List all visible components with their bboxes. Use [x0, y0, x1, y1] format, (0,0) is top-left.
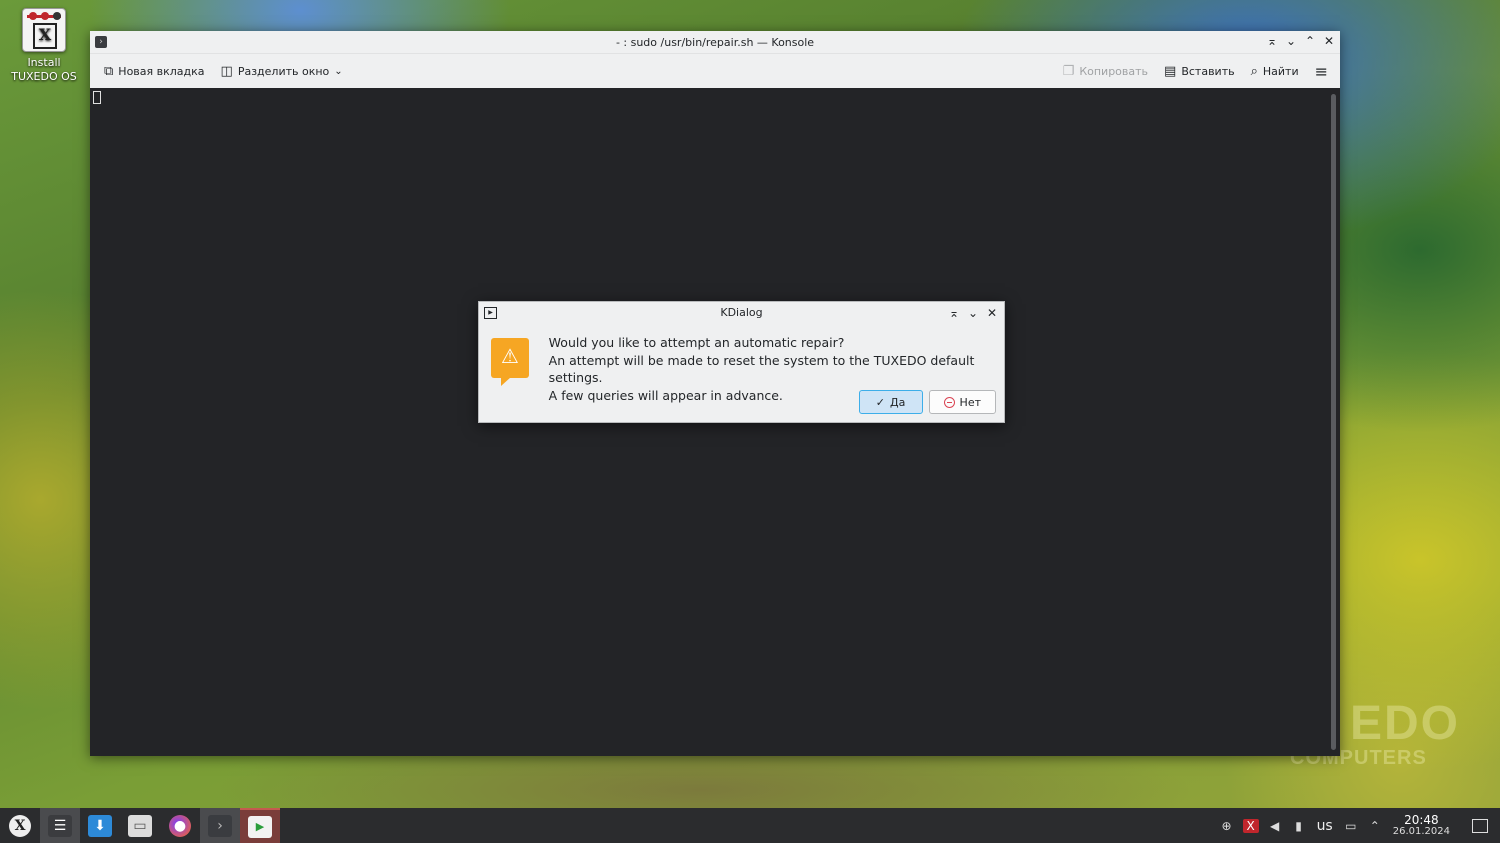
system-tray: ⊕ X ◀ ▮ us ▭ ⌃ 20:48 26.01.2024 — [1219, 808, 1500, 843]
taskbar-konsole[interactable]: › — [200, 808, 240, 843]
tuxedo-launcher-icon: X — [9, 814, 31, 837]
paste-icon: ▤ — [1164, 63, 1177, 79]
keep-above-icon[interactable]: ⌅ — [1265, 34, 1279, 48]
yes-label: Да — [889, 395, 906, 409]
media-icon: ▶ — [248, 815, 272, 838]
clock-date: 26.01.2024 — [1392, 825, 1450, 837]
keyboard-layout[interactable]: us — [1315, 818, 1335, 834]
minimize-icon[interactable]: ⌄ — [966, 306, 980, 320]
taskbar: X ☰ ⬇ ▭ ● › ▶ ⊕ X ◀ ▮ us ▭ ⌃ 20:48 26.01… — [0, 808, 1500, 843]
hamburger-menu-icon[interactable]: ≡ — [1309, 59, 1334, 83]
dialog-icon[interactable]: ▶ — [484, 307, 497, 319]
scrollbar[interactable] — [1331, 94, 1336, 750]
new-tab-label: Новая вкладка — [118, 64, 205, 78]
dialog-title: KDialog — [720, 306, 763, 319]
volume-icon[interactable]: ◀ — [1267, 819, 1283, 833]
desktop-icon-label: Install TUXEDO OS — [11, 56, 77, 83]
app-launcher[interactable]: X — [0, 808, 40, 843]
search-icon: ⌕ — [1250, 63, 1258, 79]
yes-button[interactable]: ✓ Да — [858, 390, 923, 414]
maximize-icon[interactable]: ⌃ — [1303, 34, 1317, 48]
clock-time: 20:48 — [1404, 812, 1439, 827]
files-icon: ▭ — [128, 814, 152, 837]
no-label: Нет — [959, 395, 981, 409]
copy-label: Копировать — [1079, 64, 1149, 78]
close-icon[interactable]: ✕ — [985, 306, 999, 320]
taskbar-store[interactable]: ⬇ — [80, 808, 120, 843]
find-label: Найти — [1262, 64, 1299, 78]
warning-icon: ⚠ — [491, 338, 529, 386]
terminal-cursor — [93, 91, 101, 104]
copy-icon: ❐ — [1062, 63, 1075, 79]
close-icon[interactable]: ✕ — [1322, 34, 1336, 48]
konsole-icon: › — [208, 814, 232, 837]
display-icon[interactable]: ▭ — [1343, 819, 1359, 833]
taskbar-kdialog[interactable]: ▶ — [240, 808, 280, 843]
kdialog-titlebar[interactable]: ▶ KDialog ⌅ ⌄ ✕ — [479, 302, 1004, 324]
split-view-button[interactable]: ◫ Разделить окно ⌄ — [215, 59, 349, 83]
taskbar-firefox[interactable]: ● — [160, 808, 200, 843]
settings-icon: ☰ — [48, 814, 72, 837]
firefox-icon: ● — [169, 814, 191, 837]
chevron-down-icon: ⌄ — [334, 65, 343, 77]
clock[interactable]: 20:48 26.01.2024 — [1391, 814, 1456, 838]
store-icon: ⬇ — [88, 814, 112, 837]
desktop-icon-install-tuxedo[interactable]: X Install TUXEDO OS — [4, 8, 84, 84]
copy-button[interactable]: ❐ Копировать — [1057, 59, 1154, 83]
paste-label: Вставить — [1181, 64, 1235, 78]
cancel-icon — [943, 396, 955, 408]
update-icon[interactable]: ⊕ — [1219, 819, 1235, 833]
show-desktop-icon[interactable] — [1472, 818, 1488, 833]
check-icon: ✓ — [875, 395, 885, 409]
split-view-icon: ◫ — [220, 63, 233, 79]
tuxedo-control-icon[interactable]: X — [1242, 818, 1259, 833]
installer-icon: X — [22, 8, 66, 52]
window-title: - : sudo /usr/bin/repair.sh — Konsole — [615, 35, 815, 49]
kdialog-window: ▶ KDialog ⌅ ⌄ ✕ ⚠ Would you like to atte… — [478, 301, 1005, 423]
no-button[interactable]: Нет — [928, 390, 996, 414]
paste-button[interactable]: ▤ Вставить — [1158, 59, 1241, 83]
terminal-icon[interactable]: › — [95, 36, 107, 48]
message-line: Would you like to attempt an automatic r… — [548, 335, 845, 350]
new-tab-icon: ⧉ — [104, 63, 114, 79]
new-tab-button[interactable]: ⧉ Новая вкладка — [98, 59, 211, 83]
chevron-up-icon[interactable]: ⌃ — [1367, 819, 1383, 833]
konsole-toolbar: ⧉ Новая вкладка ◫ Разделить окно ⌄ ❐ Коп… — [90, 54, 1340, 89]
konsole-titlebar[interactable]: › - : sudo /usr/bin/repair.sh — Konsole … — [90, 31, 1340, 54]
split-view-label: Разделить окно — [237, 64, 330, 78]
taskbar-settings[interactable]: ☰ — [40, 808, 80, 843]
minimize-icon[interactable]: ⌄ — [1284, 34, 1298, 48]
message-line: An attempt will be made to reset the sys… — [548, 352, 975, 386]
find-button[interactable]: ⌕ Найти — [1245, 59, 1305, 83]
taskbar-files[interactable]: ▭ — [120, 808, 160, 843]
battery-icon[interactable]: ▮ — [1291, 819, 1307, 833]
keep-above-icon[interactable]: ⌅ — [947, 306, 961, 320]
